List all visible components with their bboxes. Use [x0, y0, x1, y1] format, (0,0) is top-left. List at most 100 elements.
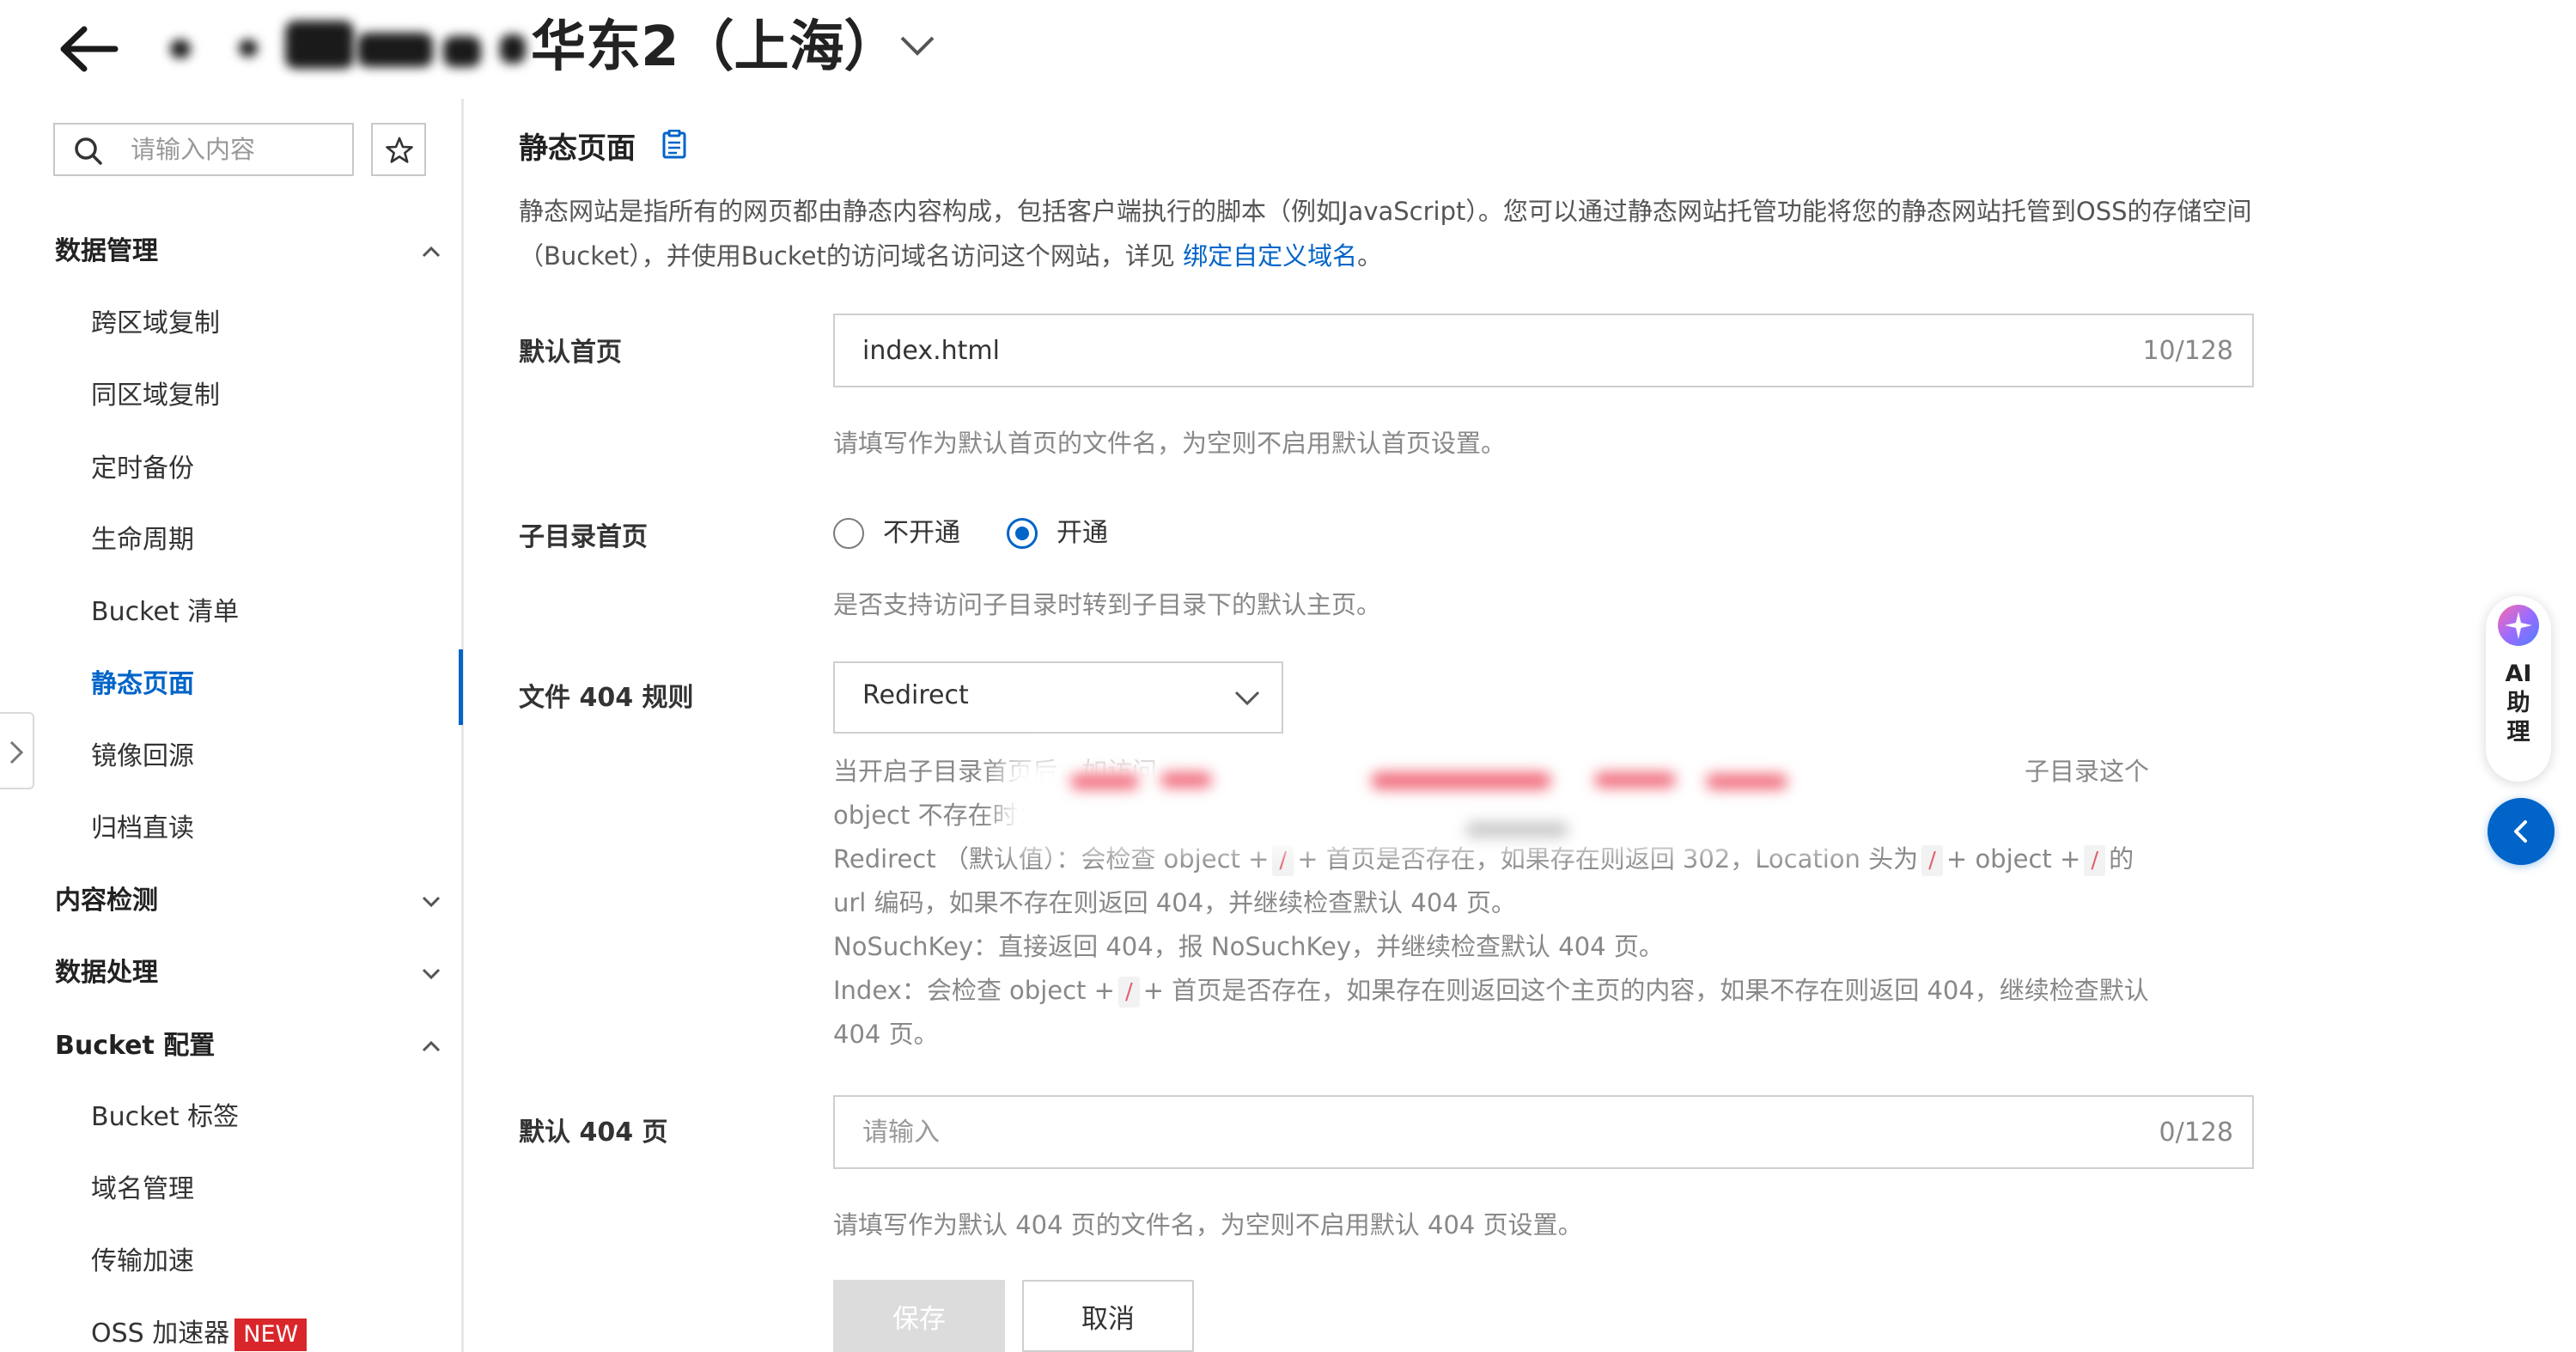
- back-arrow-icon[interactable]: [55, 19, 124, 79]
- sidebar-item-label: 传输加速: [91, 1246, 194, 1276]
- sidebar-item-cross-region-replication[interactable]: 跨区域复制: [91, 298, 435, 350]
- chevron-left-icon: [2514, 820, 2527, 843]
- char-counter: 10/128: [2142, 336, 2233, 366]
- description-text: （Bucket），并使用Bucket的访问域名访问这个网站，详见: [519, 241, 1184, 271]
- nav-group-label: Bucket 配置: [55, 1031, 216, 1061]
- description-line: 静态网站是指所有的网页都由静态内容构成，包括客户端执行的脚本（例如JavaScr…: [519, 197, 2252, 226]
- default-404-field[interactable]: 0/128: [833, 1095, 2254, 1169]
- active-indicator: [459, 649, 463, 725]
- region-dropdown-icon[interactable]: [898, 33, 936, 58]
- sidebar-item-bucket-tags[interactable]: Bucket 标签: [91, 1092, 435, 1143]
- default-index-field[interactable]: 10/128: [833, 314, 2254, 387]
- radio-label: 不开通: [883, 518, 960, 548]
- code-slash: /: [1272, 845, 1294, 876]
- description-line: （Bucket），并使用Bucket的访问域名访问这个网站，详见 绑定自定义域名…: [519, 234, 2451, 278]
- section-description: 静态网站是指所有的网页都由静态内容构成，包括客户端执行的脚本（例如JavaScr…: [519, 189, 2451, 278]
- radio-button-selected[interactable]: [1007, 518, 1038, 549]
- document-icon[interactable]: [661, 130, 687, 159]
- rule-desc-line: Index：会检查 object + / + 首页是否存在，如果存在则返回这个主页的…: [833, 969, 2293, 1013]
- rule-desc-line: 404 页。: [833, 1020, 939, 1049]
- sidebar-item-label: 归档直读: [91, 813, 194, 843]
- rule-desc-text: + 首页是否存在，如果存在则返回这个主页的内容，如果不存在则返回 404，继续检…: [1142, 976, 2149, 1005]
- default-index-input[interactable]: [862, 324, 2065, 377]
- chevron-right-icon: [9, 740, 24, 764]
- nav-group-label: 内容检测: [55, 886, 158, 916]
- chevron-up-icon: [422, 1040, 441, 1052]
- sidebar-item-lifecycle[interactable]: 生命周期: [91, 515, 435, 566]
- default-404-label: 默认 404 页: [519, 1118, 668, 1148]
- nav-group-data-management[interactable]: 数据管理: [55, 226, 442, 277]
- nav-group-bucket-config[interactable]: Bucket 配置: [55, 1020, 442, 1072]
- rule-desc-text: 的: [2109, 844, 2134, 874]
- sidebar-item-mirror-back-to-origin[interactable]: 镜像回源: [91, 731, 435, 783]
- nav-group-label: 数据管理: [55, 236, 158, 266]
- rule-desc-line: NoSuchKey：直接返回 404，报 NoSuchKey，并继续检查默认 4…: [833, 932, 1664, 961]
- sidebar: 数据管理 跨区域复制 同区域复制 定时备份 生命周期 Bucket 清单 静态页…: [0, 99, 464, 1352]
- sidebar-item-label: Bucket 标签: [91, 1102, 240, 1132]
- sidebar-item-bucket-inventory[interactable]: Bucket 清单: [91, 587, 435, 638]
- page-header: 华东2（上海）: [0, 0, 2576, 99]
- code-slash: /: [1117, 977, 1140, 1008]
- sidebar-item-label: 静态页面: [91, 669, 194, 699]
- radio-label: 开通: [1057, 518, 1108, 548]
- bind-custom-domain-link[interactable]: 绑定自定义域名: [1183, 241, 1357, 271]
- sidebar-item-label: OSS 加速器: [91, 1319, 230, 1349]
- rule-404-description: 当开启子目录首页后，如访问 子目录这个 object 不存在时： Redirect…: [833, 750, 2293, 1057]
- subdir-index-label: 子目录首页: [519, 522, 648, 552]
- sidebar-item-label: 跨区域复制: [91, 308, 220, 338]
- chevron-down-icon: [1234, 691, 1260, 706]
- rule-404-label: 文件 404 规则: [519, 683, 694, 713]
- default-404-help: 请填写作为默认 404 页的文件名，为空则不启用默认 404 页设置。: [833, 1210, 1583, 1239]
- star-icon: [386, 137, 413, 163]
- sidebar-item-label: Bucket 清单: [91, 597, 240, 627]
- main-content: 静态页面 静态网站是指所有的网页都由静态内容构成，包括客户端执行的脚本（例如Ja…: [515, 99, 2491, 1352]
- subdir-index-help: 是否支持访问子目录时转到子目录下的默认主页。: [833, 590, 1382, 619]
- code-slash: /: [2084, 845, 2106, 876]
- sidebar-item-scheduled-backup[interactable]: 定时备份: [91, 443, 435, 495]
- sidebar-item-static-pages[interactable]: 静态页面: [91, 659, 435, 710]
- redacted-example-path: [1002, 755, 1869, 850]
- sidebar-item-label: 镜像回源: [91, 741, 194, 771]
- region-title: 华东2（上海）: [531, 15, 899, 79]
- chevron-up-icon: [422, 246, 441, 258]
- default-index-help: 请填写作为默认首页的文件名，为空则不启用默认首页设置。: [833, 429, 1507, 458]
- search-icon: [75, 137, 102, 165]
- char-counter: 0/128: [2159, 1118, 2233, 1148]
- save-button[interactable]: 保存: [833, 1280, 1005, 1352]
- rule-desc-text: + object +: [1946, 844, 2081, 874]
- sidebar-item-archive-direct-read[interactable]: 归档直读: [91, 803, 435, 855]
- radio-button[interactable]: [833, 518, 864, 549]
- rule-404-select[interactable]: Redirect: [833, 661, 1283, 734]
- default-404-input[interactable]: [862, 1105, 2065, 1159]
- assistant-collapse-button[interactable]: [2488, 798, 2555, 865]
- sidebar-item-label: 定时备份: [91, 454, 194, 484]
- ai-assistant-panel[interactable]: AI 助 理: [2486, 596, 2551, 782]
- sidebar-item-transfer-acceleration[interactable]: 传输加速: [91, 1236, 435, 1288]
- ai-assistant-label: AI 助 理: [2505, 661, 2532, 746]
- new-badge: NEW: [234, 1318, 308, 1351]
- section-title: 静态页面: [519, 131, 636, 166]
- nav-group-label: 数据处理: [55, 958, 158, 988]
- rule-desc-text: 子目录这个: [2025, 757, 2150, 786]
- sidebar-item-label: 生命周期: [91, 525, 194, 555]
- nav-group-content-detection[interactable]: 内容检测: [55, 875, 442, 927]
- sidebar-item-oss-accelerator[interactable]: OSS 加速器 NEW: [91, 1308, 435, 1352]
- cancel-button[interactable]: 取消: [1022, 1280, 1194, 1352]
- rule-desc-line: url 编码，如果不存在则返回 404，并继续检查默认 404 页。: [833, 888, 1516, 917]
- favorite-button[interactable]: [371, 123, 426, 176]
- default-index-label: 默认首页: [519, 338, 622, 368]
- code-slash: /: [1921, 845, 1943, 876]
- sidebar-item-label: 域名管理: [91, 1174, 194, 1204]
- description-end: 。: [1357, 241, 1383, 271]
- chevron-down-icon: [422, 896, 441, 908]
- chevron-down-icon: [422, 968, 441, 980]
- bucket-name-redacted: [163, 17, 533, 77]
- select-value: Redirect: [862, 680, 969, 710]
- nav-group-data-processing[interactable]: 数据处理: [55, 947, 442, 999]
- sidebar-toggle[interactable]: [0, 712, 34, 789]
- sidebar-item-domain-management[interactable]: 域名管理: [91, 1164, 435, 1215]
- sidebar-search-input[interactable]: [131, 126, 345, 173]
- sidebar-search[interactable]: [53, 123, 354, 176]
- rule-desc-text: Index：会检查 object +: [833, 976, 1115, 1005]
- sidebar-item-same-region-replication[interactable]: 同区域复制: [91, 370, 435, 422]
